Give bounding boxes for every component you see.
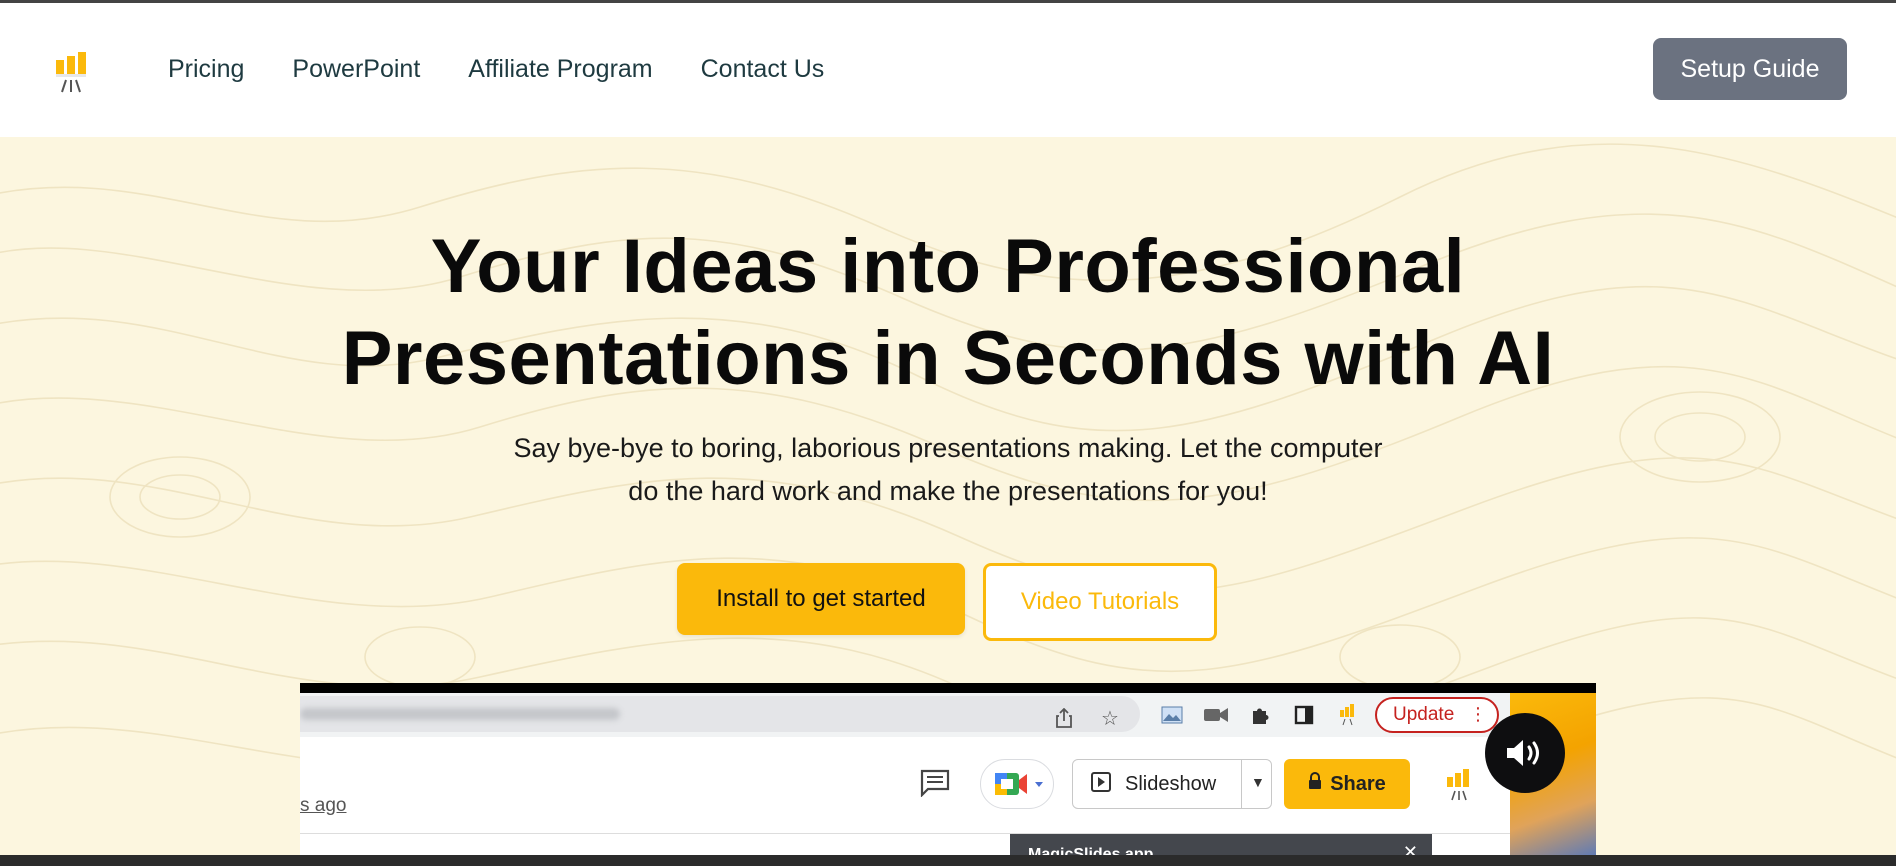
share-label: Share <box>1330 772 1386 795</box>
video-camera-icon <box>1202 701 1230 729</box>
image-extension-icon <box>1158 701 1186 729</box>
side-panel-icon <box>1290 701 1318 729</box>
panel-title: MagicSlides app <box>1028 846 1154 855</box>
hero-subtitle: Say bye-bye to boring, laborious present… <box>448 427 1448 513</box>
hero-subtitle-line-2: do the hard work and make the presentati… <box>628 476 1268 506</box>
nav-link-powerpoint[interactable]: PowerPoint <box>292 55 420 84</box>
more-vertical-icon: ⋮ <box>1469 704 1487 724</box>
slideshow-play-icon <box>1091 771 1111 797</box>
hero-headline-line-2: Presentations in Seconds with AI <box>341 316 1555 401</box>
video-tutorials-button[interactable]: Video Tutorials <box>983 563 1217 641</box>
browser-toolbar: ☆ Update ⋮ <box>300 693 1510 737</box>
close-icon[interactable]: ✕ <box>1403 842 1418 855</box>
share-button[interactable]: Share <box>1284 759 1410 809</box>
address-bar: ☆ <box>300 696 1140 732</box>
magicslides-addon-icon[interactable] <box>1444 769 1474 806</box>
video-top-bar <box>300 683 1596 693</box>
bookmark-star-icon: ☆ <box>1101 707 1119 730</box>
demo-video[interactable]: ☆ Update ⋮ s ago Slideshow ▼ Share Magic… <box>300 683 1596 855</box>
volume-icon[interactable] <box>1485 713 1565 793</box>
bottom-bar <box>0 855 1896 866</box>
hero-subtitle-line-1: Say bye-bye to boring, laborious present… <box>513 433 1383 463</box>
main-nav: Pricing PowerPoint Affiliate Program Con… <box>168 55 824 84</box>
lock-icon <box>1308 772 1322 796</box>
install-button[interactable]: Install to get started <box>677 563 965 635</box>
slideshow-button[interactable]: Slideshow ▼ <box>1072 759 1272 809</box>
nav-link-contact-us[interactable]: Contact Us <box>701 55 825 84</box>
setup-guide-button[interactable]: Setup Guide <box>1653 38 1847 100</box>
slideshow-divider <box>1241 760 1242 808</box>
extensions-puzzle-icon <box>1246 701 1274 729</box>
magicslides-panel-header: MagicSlides app ✕ <box>1010 834 1432 855</box>
last-edit-link[interactable]: s ago <box>300 795 346 817</box>
update-button[interactable]: Update ⋮ <box>1375 697 1499 733</box>
nav-link-affiliate-program[interactable]: Affiliate Program <box>468 55 652 84</box>
hero-headline-line-1: Your Ideas into Professional <box>430 224 1466 309</box>
hero-section: Your Ideas into Professional Presentatio… <box>0 137 1896 855</box>
magicslides-extension-icon <box>1334 701 1362 729</box>
hero-headline: Your Ideas into Professional Presentatio… <box>0 221 1896 405</box>
chevron-down-icon[interactable]: ▼ <box>1251 774 1265 790</box>
site-header: Pricing PowerPoint Affiliate Program Con… <box>0 3 1896 137</box>
slideshow-label: Slideshow <box>1125 772 1217 795</box>
google-meet-icon <box>995 773 1027 795</box>
meet-button[interactable] <box>980 759 1054 809</box>
comment-icon[interactable] <box>920 769 950 802</box>
nav-link-pricing[interactable]: Pricing <box>168 55 244 84</box>
blurred-url <box>300 708 620 720</box>
magicslides-logo-icon[interactable] <box>54 48 102 98</box>
share-page-icon <box>1050 704 1078 732</box>
update-label: Update <box>1393 704 1455 725</box>
